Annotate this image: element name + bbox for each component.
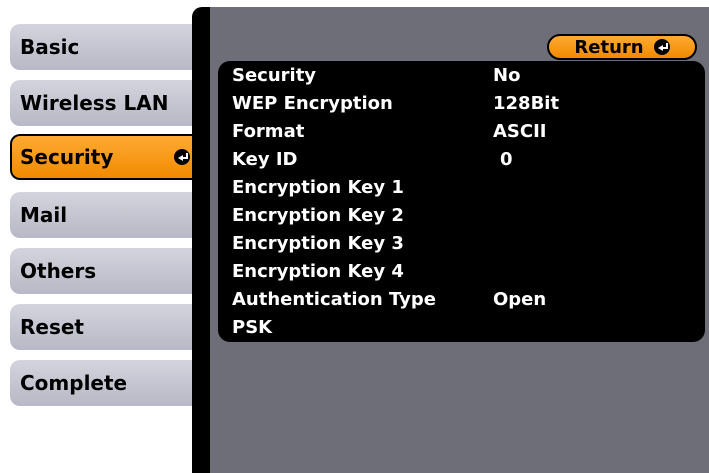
tab-label: Others [20,259,97,283]
setting-row-wep-encryption[interactable]: WEP Encryption 128Bit [218,89,705,117]
setting-label: Encryption Key 4 [232,260,404,282]
setting-row-format[interactable]: Format ASCII [218,117,705,145]
tab-reset[interactable]: Reset [10,304,200,350]
tab-label: Security [20,145,114,169]
return-button[interactable]: Return [547,34,697,60]
tab-label: Mail [20,203,68,227]
setting-row-key-id[interactable]: Key ID 0 [218,145,705,173]
tab-complete[interactable]: Complete [10,360,200,406]
setting-row-encryption-key-4[interactable]: Encryption Key 4 [218,257,705,285]
setting-label: Format [232,120,305,142]
enter-icon [174,149,190,165]
setting-value: Open [493,288,547,310]
setting-label: Key ID [232,148,298,170]
setting-label: Encryption Key 3 [232,232,404,254]
setting-value: ASCII [493,120,547,142]
setting-row-psk[interactable]: PSK [218,313,705,341]
tab-security[interactable]: Security [10,134,200,180]
tab-label: Basic [20,35,80,59]
setting-label: Security [232,64,317,86]
setting-value: 128Bit [493,92,560,114]
tab-others[interactable]: Others [10,248,200,294]
setting-label: WEP Encryption [232,92,393,114]
enter-icon [653,39,670,55]
setting-label: Encryption Key 1 [232,176,404,198]
setting-label: PSK [232,316,273,338]
setting-label: Encryption Key 2 [232,204,404,226]
setting-row-encryption-key-3[interactable]: Encryption Key 3 [218,229,705,257]
tab-label: Wireless LAN [20,91,169,115]
setting-row-encryption-key-2[interactable]: Encryption Key 2 [218,201,705,229]
tab-label: Complete [20,371,128,395]
return-label: Return [574,36,644,58]
security-settings-list: Security No WEP Encryption 128Bit Format AS… [218,61,705,342]
tab-label: Reset [20,315,84,339]
menu-sidebar: Basic Wireless LAN Security Mail Others … [0,0,200,473]
tab-wireless-lan[interactable]: Wireless LAN [10,80,200,126]
setting-row-encryption-key-1[interactable]: Encryption Key 1 [218,173,705,201]
setting-label: Authentication Type [232,288,436,310]
tab-basic[interactable]: Basic [10,24,200,70]
setting-value: No [493,64,521,86]
panel-divider [192,7,210,473]
tab-mail[interactable]: Mail [10,192,200,238]
setting-value: 0 [500,148,513,170]
setting-row-security[interactable]: Security No [218,61,705,89]
setting-row-authentication-type[interactable]: Authentication Type Open [218,285,705,313]
